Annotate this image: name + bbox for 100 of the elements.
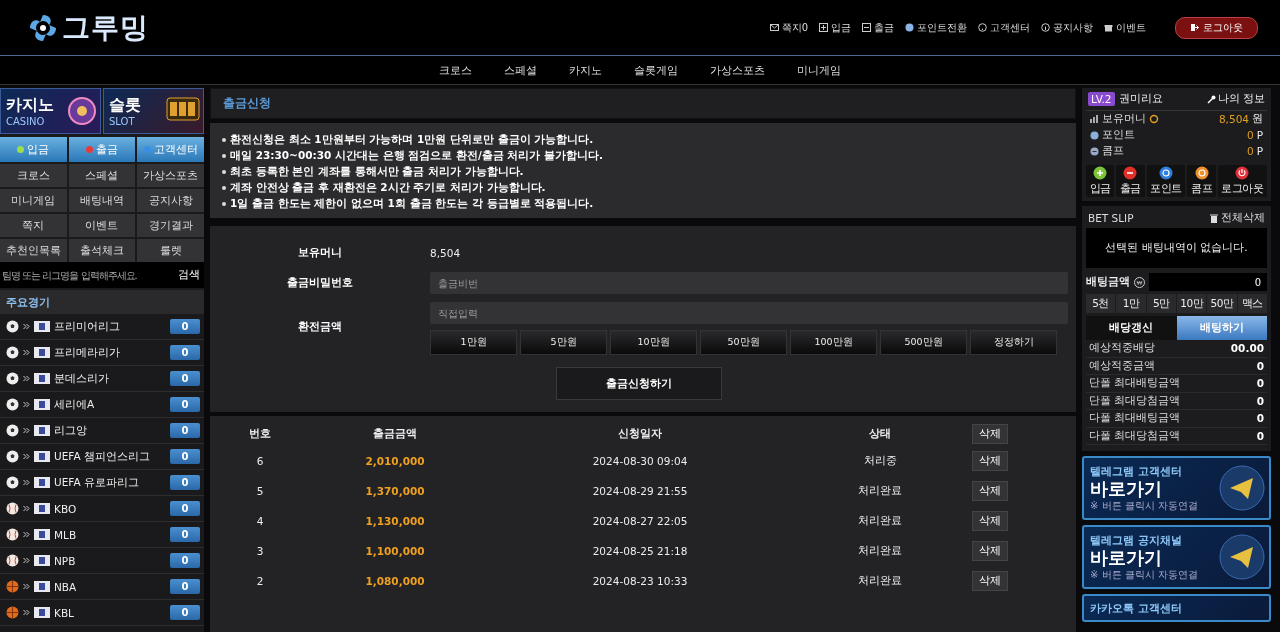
header-link[interactable]: 출금 — [862, 20, 894, 35]
account-button[interactable]: 포인트 — [1146, 165, 1186, 197]
flag-icon — [34, 425, 50, 436]
search-field[interactable]: 팀명 또는 리그명을 입력해주세요. — [2, 269, 176, 281]
amount-button[interactable]: 50만원 — [700, 330, 787, 355]
league-row[interactable]: NPB 0 — [0, 548, 204, 574]
match-count-badge: 0 — [170, 319, 200, 334]
delete-button[interactable]: 삭제 — [972, 511, 1008, 531]
league-row[interactable]: UEFA 유로파리그 0 — [0, 470, 204, 496]
menu-button[interactable]: 미니게임 — [0, 189, 67, 212]
nav-link[interactable]: 미니게임 — [797, 62, 841, 78]
league-row[interactable]: UEFA 챔피언스리그 0 — [0, 444, 204, 470]
account-button[interactable]: 로그아웃 — [1217, 165, 1267, 197]
match-count-badge: 0 — [170, 605, 200, 620]
promo-banner[interactable]: 텔레그램 공지채널 바로가기 ※ 버튼 클릭시 자동연결 — [1082, 525, 1271, 589]
account-button[interactable]: 입금 — [1086, 165, 1115, 197]
account-button[interactable]: 출금 — [1116, 165, 1145, 197]
refresh-icon[interactable] — [1149, 114, 1159, 124]
my-info-link[interactable]: 나의 정보 — [1206, 92, 1265, 106]
bet-action-button[interactable]: 배당갱신 — [1086, 316, 1177, 340]
header-link[interactable]: 이벤트 — [1104, 20, 1146, 35]
column-header: 출금금액 — [372, 427, 418, 441]
soccer-ball-icon — [6, 398, 19, 411]
menu-button[interactable]: 룰렛 — [137, 239, 204, 262]
league-row[interactable]: 프리미어리그 0 — [0, 314, 204, 340]
amount-button[interactable]: 5만원 — [520, 330, 607, 355]
info-icon — [1041, 23, 1050, 32]
league-row[interactable]: 분데스리가 0 — [0, 366, 204, 392]
header-link[interactable]: 쪽지0 — [769, 20, 808, 35]
delete-button[interactable]: 삭제 — [972, 424, 1008, 444]
logo-text[interactable]: 그루밍 — [62, 8, 149, 47]
password-field[interactable]: 출금비번 — [430, 272, 1068, 294]
header-link[interactable]: 공지사항 — [1041, 20, 1093, 35]
nav-link[interactable]: 크로스 — [439, 62, 472, 78]
casino-banner[interactable]: 카지노 CASINO — [0, 88, 101, 134]
double-chevron-icon — [23, 583, 30, 590]
submit-button[interactable]: 출금신청하기 — [556, 367, 722, 400]
league-row[interactable]: 세리에A 0 — [0, 392, 204, 418]
banner-title: 카카오톡 고객센터 — [1090, 600, 1182, 616]
league-row[interactable]: 리그앙 0 — [0, 418, 204, 444]
amount-chip-button[interactable]: 50만 — [1207, 294, 1237, 313]
double-chevron-icon — [23, 557, 30, 564]
notice-text: 계좌 안전상 출금 후 재환전은 2시간 주기로 처리가 가능합니다. — [230, 181, 546, 194]
notice-text: 1일 출금 한도는 제한이 없으며 1회 출금 한도는 각 등급별로 적용됩니다. — [230, 197, 594, 210]
nav-link[interactable]: 가상스포츠 — [710, 62, 765, 78]
stat-value: 0 — [1256, 377, 1264, 390]
promo-banner[interactable]: 카카오톡 고객센터 — [1082, 594, 1271, 622]
amount-button[interactable]: 500만원 — [880, 330, 967, 355]
menu-button[interactable]: 쪽지 — [0, 214, 67, 237]
amount-chip-button[interactable]: 5만 — [1146, 294, 1176, 313]
menu-button[interactable]: 스페셜 — [68, 164, 136, 187]
nav-link[interactable]: 카지노 — [569, 62, 602, 78]
soccer-ball-icon — [6, 346, 19, 359]
amount-chip-button[interactable]: 맥스 — [1237, 294, 1267, 313]
amount-button[interactable]: 1만원 — [430, 330, 517, 355]
menu-button[interactable]: 경기결과 — [137, 214, 204, 237]
header-link[interactable]: 포인트전환 — [905, 20, 967, 35]
logout-button[interactable]: 로그아웃 — [1175, 16, 1258, 39]
amount-chip-button[interactable]: 1만 — [1116, 294, 1146, 313]
league-row[interactable]: MLB 0 — [0, 522, 204, 548]
section-title: 주요경기 — [6, 294, 50, 310]
column-header: 번호 — [248, 427, 272, 441]
page-title: 출금신청 — [223, 95, 271, 112]
menu-button[interactable]: 공지사항 — [137, 189, 204, 212]
bet-amount-field[interactable]: 0 — [1149, 273, 1267, 291]
stat-label: 단폴 최대당첨금액 — [1089, 393, 1181, 408]
amount-button[interactable]: 10만원 — [610, 330, 697, 355]
amount-button[interactable]: 정정하기 — [970, 330, 1057, 355]
menu-button[interactable]: 배팅내역 — [68, 189, 136, 212]
delete-button[interactable]: 삭제 — [972, 571, 1008, 591]
league-row[interactable]: KBO 0 — [0, 496, 204, 522]
delete-button[interactable]: 삭제 — [972, 541, 1008, 561]
balance-value: 0 — [1246, 129, 1254, 141]
amount-chip-button[interactable]: 5천 — [1086, 294, 1116, 313]
table-cell-text: 2024-08-25 21:18 — [591, 545, 689, 557]
search-button[interactable]: 검색 — [176, 268, 202, 282]
header-link[interactable]: 입금 — [819, 20, 851, 35]
amount-button[interactable]: 100만원 — [790, 330, 877, 355]
menu-button[interactable]: 가상스포츠 — [137, 164, 204, 187]
clear-all-link[interactable]: 전체삭제 — [1210, 211, 1265, 225]
promo-banner[interactable]: 텔레그램 고객센터 바로가기 ※ 버튼 클릭시 자동연결 — [1082, 456, 1271, 520]
amount-chip-button[interactable]: 10만 — [1177, 294, 1207, 313]
table-cell-text: 6 — [255, 455, 265, 467]
league-row[interactable]: NBA 0 — [0, 574, 204, 600]
league-row[interactable]: KBL 0 — [0, 600, 204, 626]
menu-button[interactable]: 크로스 — [0, 164, 67, 187]
balance-unit: P — [1256, 145, 1263, 157]
match-count-badge: 0 — [170, 501, 200, 516]
header-link[interactable]: 고객센터 — [978, 20, 1030, 35]
nav-link[interactable]: 스페셜 — [504, 62, 537, 78]
delete-button[interactable]: 삭제 — [972, 451, 1008, 471]
menu-button[interactable]: 이벤트 — [68, 214, 136, 237]
amount-field[interactable]: 직접입력 — [430, 302, 1068, 324]
menu-button[interactable]: 출석체크 — [68, 239, 136, 262]
nav-link[interactable]: 슬롯게임 — [634, 62, 678, 78]
league-row[interactable]: 프리메라리가 0 — [0, 340, 204, 366]
account-button[interactable]: 콤프 — [1187, 165, 1216, 197]
slot-banner[interactable]: 슬롯 SLOT — [103, 88, 204, 134]
menu-button[interactable]: 추천인목록 — [0, 239, 67, 262]
delete-button[interactable]: 삭제 — [972, 481, 1008, 501]
